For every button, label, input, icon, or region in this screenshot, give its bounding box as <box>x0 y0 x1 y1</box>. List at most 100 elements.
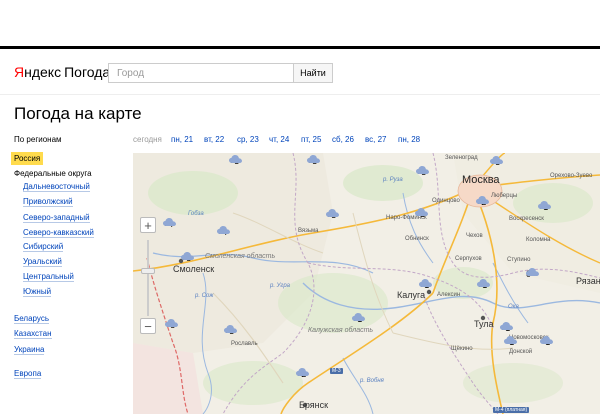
map-background <box>133 153 600 414</box>
page-title: Погода на карте <box>14 104 142 123</box>
header: ЯндексПогода Найти <box>0 49 600 95</box>
road-badge-m3: М-3 <box>330 368 343 374</box>
weather-map[interactable]: + − Смоленская область Калужская область… <box>133 153 600 414</box>
cloud-icon <box>163 218 176 226</box>
cloud-icon <box>352 313 365 321</box>
river-label-sozh: р. Сож <box>195 293 214 299</box>
town-label-donskoy: Донской <box>509 349 533 355</box>
town-label-shchekino: Щёкино <box>451 346 473 352</box>
weather-marker[interactable]: +1 <box>352 313 365 325</box>
zoom-out-button[interactable]: − <box>140 318 156 334</box>
town-label-obninsk: Обнинск <box>405 236 429 242</box>
city-label-smolensk[interactable]: Смоленск <box>173 264 214 274</box>
weather-marker[interactable]: +3 <box>224 325 237 337</box>
sidebar-item-severo-kavkazsky[interactable]: Северо-кавказский <box>23 228 94 238</box>
weather-marker[interactable]: +5 <box>165 319 178 331</box>
region-label-smolensk: Смоленская область <box>205 253 276 260</box>
city-label-bryansk[interactable]: Брянск <box>299 400 328 410</box>
road-badge-m4: М-4 (платная) <box>493 407 530 413</box>
sidebar-item-ukraine[interactable]: Украина <box>14 345 45 355</box>
sidebar-item-europe[interactable]: Европа <box>14 369 42 379</box>
day-tab-tue-22[interactable]: вт, 22 <box>204 135 224 144</box>
river-label-ruza: р. Руза <box>383 177 403 183</box>
cloud-icon <box>415 208 428 216</box>
town-label-stupino: Ступино <box>507 257 531 263</box>
cloud-icon <box>538 201 551 209</box>
town-label-zelenograd: Зеленоград <box>445 155 478 161</box>
river-label-vobnya: р. Вобня <box>360 378 384 384</box>
cloud-icon <box>526 268 539 276</box>
cloud-icon <box>224 325 237 333</box>
zoom-in-button[interactable]: + <box>140 217 156 233</box>
cloud-icon <box>307 155 320 163</box>
sidebar-item-severo-zapadny[interactable]: Северо-западный <box>23 213 90 223</box>
river-label-ugra: р. Угра <box>270 283 291 289</box>
weather-marker[interactable]: +4 <box>163 218 176 230</box>
city-search-input[interactable] <box>108 63 294 83</box>
weather-marker[interactable]: +2 <box>296 368 309 380</box>
town-label-chekhov: Чехов <box>466 233 483 239</box>
zoom-slider-handle[interactable] <box>141 268 155 274</box>
day-tab-today[interactable]: сегодня <box>133 135 162 144</box>
weather-marker[interactable]: +3 <box>307 155 320 167</box>
sidebar-item-yuzhny[interactable]: Южный <box>23 287 52 297</box>
cloud-icon <box>500 322 513 330</box>
weather-marker[interactable]: +3 <box>415 208 428 220</box>
weather-marker[interactable]: −1 <box>504 336 517 348</box>
sidebar-item-dalnevostochny[interactable]: Дальневосточный <box>23 182 90 192</box>
weather-marker[interactable]: +3 <box>229 155 242 167</box>
city-label-moskva[interactable]: Москва <box>462 174 500 186</box>
logo-letter: Я <box>14 64 25 80</box>
day-tab-sat-26[interactable]: сб, 26 <box>332 135 354 144</box>
day-tab-sun-27[interactable]: вс, 27 <box>365 135 387 144</box>
city-label-ryazan[interactable]: Рязан <box>576 276 600 286</box>
cloud-icon <box>504 336 517 344</box>
town-label-roslavl: Рославль <box>231 341 258 347</box>
zoom-slider-track[interactable] <box>147 240 149 316</box>
sidebar-item-privolzhsky[interactable]: Приволжский <box>23 197 73 207</box>
federal-districts-heading: Федеральные округа <box>14 169 92 178</box>
sidebar-item-belarus[interactable]: Беларусь <box>14 314 49 324</box>
town-label-voskresensk: Воскресенск <box>509 216 544 222</box>
sidebar-item-uralsky[interactable]: Уральский <box>23 257 62 267</box>
weather-marker[interactable]: +1 <box>419 279 432 291</box>
cloud-icon <box>326 209 339 217</box>
town-label-serpukhov: Серпухов <box>455 256 482 262</box>
weather-marker[interactable]: +1 <box>538 201 551 213</box>
search-button[interactable]: Найти <box>293 63 333 83</box>
sidebar-item-kazakhstan[interactable]: Казахстан <box>14 329 52 339</box>
weather-marker[interactable]: +1 <box>500 322 513 334</box>
weather-marker[interactable]: +3 <box>490 156 503 168</box>
weather-marker[interactable]: +2 <box>476 196 489 208</box>
day-tab-mon-21[interactable]: пн, 21 <box>171 135 193 144</box>
day-tab-fri-25[interactable]: пт, 25 <box>301 135 321 144</box>
day-tab-thu-24[interactable]: чт, 24 <box>269 135 289 144</box>
sidebar-item-russia[interactable]: Россия <box>11 152 44 165</box>
cloud-icon <box>217 226 230 234</box>
weather-marker[interactable]: +4 <box>217 226 230 238</box>
city-label-kaluga[interactable]: Калуга <box>397 290 425 300</box>
weather-marker[interactable]: +3 <box>416 166 429 178</box>
weather-marker[interactable]: −1 <box>540 336 553 348</box>
cloud-icon <box>419 279 432 287</box>
day-tab-mon-28[interactable]: пн, 28 <box>398 135 420 144</box>
yandex-weather-logo[interactable]: Яндекс Погода <box>14 64 110 80</box>
regions-heading: По регионам <box>14 135 62 144</box>
day-tab-wed-23[interactable]: ср, 23 <box>237 135 259 144</box>
sidebar-item-centralny[interactable]: Центральный <box>23 272 74 282</box>
cloud-icon <box>476 196 489 204</box>
town-label-lyubertsy: Люберцы <box>491 193 518 199</box>
weather-marker[interactable]: +5 <box>181 252 194 264</box>
cloud-icon <box>540 336 553 344</box>
logo-service: Погода <box>64 64 111 80</box>
cloud-icon <box>477 279 490 287</box>
sidebar-item-sibirsky[interactable]: Сибирский <box>23 242 64 252</box>
region-label-kaluga: Калужская область <box>308 327 374 334</box>
weather-marker[interactable]: +3 <box>326 209 339 221</box>
weather-marker[interactable]: +1 <box>477 279 490 291</box>
weather-marker[interactable]: 0 <box>526 268 539 280</box>
logo-word: ндекс <box>24 64 62 80</box>
town-label-aleksin: Алексин <box>437 292 461 298</box>
city-label-tula[interactable]: Тула <box>474 319 494 329</box>
river-label-oka: Ока <box>508 304 519 310</box>
